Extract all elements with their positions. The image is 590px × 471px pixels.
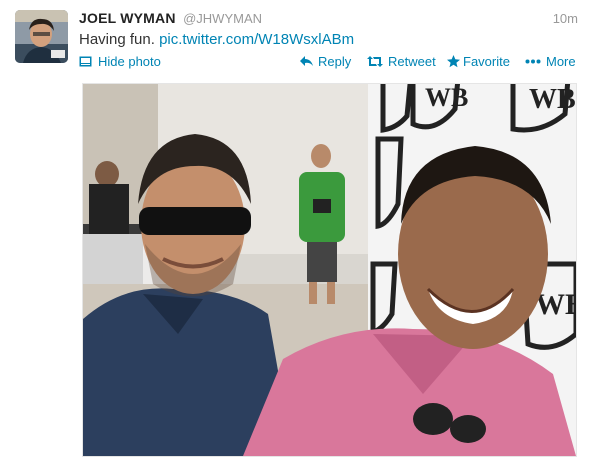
tweet-header: JOEL WYMAN @JHWYMAN [79, 10, 262, 30]
more-label: More [546, 54, 576, 69]
tweet: JOEL WYMAN @JHWYMAN 10m Having fun. pic.… [0, 0, 590, 471]
tweet-text: Having fun. pic.twitter.com/W18WsxlABm [79, 31, 354, 48]
tweet-photo-image: WB WB WB [83, 84, 576, 456]
user-handle[interactable]: @JHWYMAN [183, 11, 262, 26]
reply-label: Reply [318, 54, 352, 69]
svg-text:WB: WB [425, 84, 468, 112]
star-icon [447, 55, 460, 68]
reply-arrow-icon [300, 56, 313, 66]
tweet-timestamp[interactable]: 10m [553, 11, 578, 26]
photo-icon [79, 56, 92, 67]
svg-text:WB: WB [529, 84, 576, 115]
avatar[interactable] [15, 10, 68, 63]
favorite-button[interactable]: Favorite [447, 54, 510, 69]
avatar-image [15, 10, 68, 63]
hide-photo-label: Hide photo [98, 54, 161, 69]
retweet-label: Retweet [388, 54, 436, 69]
tweet-actions: Hide photo Reply Retweet Favorite More [79, 54, 579, 72]
favorite-label: Favorite [463, 54, 510, 69]
retweet-button[interactable]: Retweet [367, 54, 436, 69]
tweet-photo[interactable]: WB WB WB [82, 83, 577, 457]
more-button[interactable]: More [525, 54, 576, 69]
hide-photo-button[interactable]: Hide photo [79, 54, 161, 69]
tweet-text-body: Having fun. [79, 31, 155, 48]
reply-button[interactable]: Reply [300, 54, 351, 69]
user-fullname[interactable]: JOEL WYMAN [79, 10, 176, 26]
dots-icon [525, 59, 541, 64]
tweet-photo-link[interactable]: pic.twitter.com/W18WsxlABm [159, 31, 354, 48]
retweet-icon [367, 56, 383, 67]
